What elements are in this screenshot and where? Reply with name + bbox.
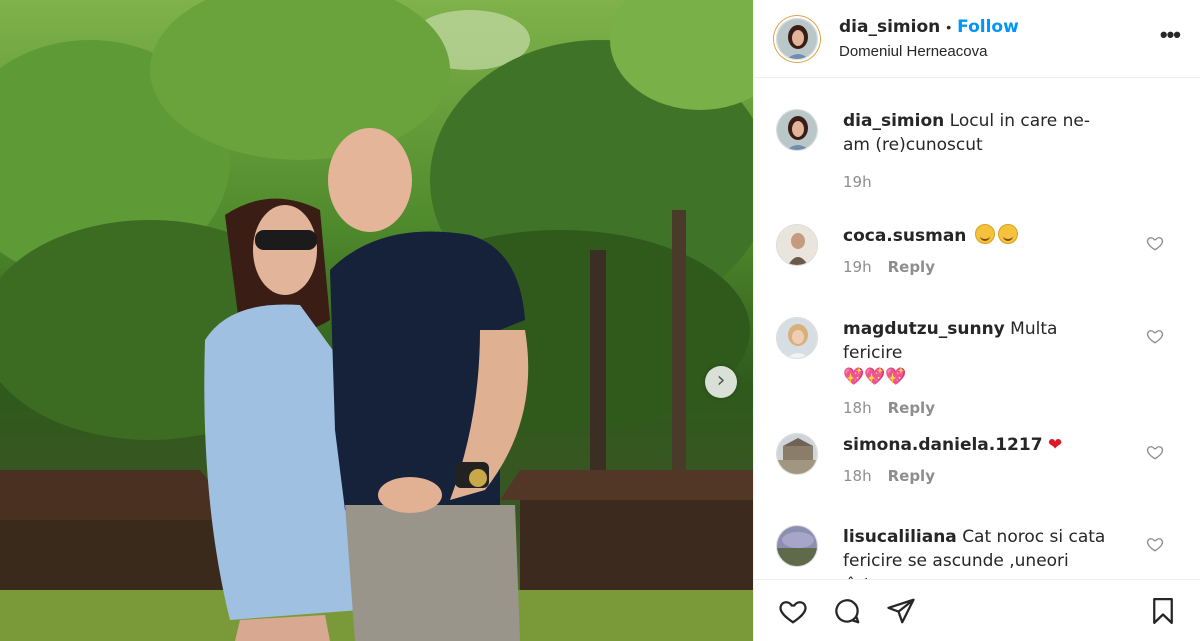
post-header: dia_simion • Follow Domeniul Herneacova … xyxy=(754,0,1200,78)
more-options-icon[interactable]: ••• xyxy=(1160,22,1181,56)
reply-button[interactable]: Reply xyxy=(888,399,935,417)
share-icon xyxy=(887,598,915,623)
save-button[interactable] xyxy=(1146,594,1180,628)
caption-username[interactable]: dia_simion xyxy=(843,111,944,131)
comment-avatar[interactable] xyxy=(776,433,818,475)
comment-avatar[interactable] xyxy=(776,525,818,567)
comment-item: coca.susman 19h Reply xyxy=(776,224,1200,317)
reply-button[interactable]: Reply xyxy=(888,467,935,485)
reply-button[interactable]: Reply xyxy=(888,258,935,276)
red-heart-emoji-icon: ❤ xyxy=(1047,435,1063,455)
comment-avatar-image xyxy=(777,434,817,474)
comment-like-heart-icon[interactable] xyxy=(1146,327,1164,345)
post-side-panel: dia_simion • Follow Domeniul Herneacova … xyxy=(753,0,1200,641)
comment-time[interactable]: 19h xyxy=(843,258,872,276)
author-avatar-image xyxy=(777,18,817,59)
comment-meta: 18h Reply xyxy=(843,399,1113,417)
post-location[interactable]: Domeniul Herneacova xyxy=(839,43,1160,60)
caption-avatar-image xyxy=(777,110,817,150)
hugging-face-emoji-icon xyxy=(974,224,995,244)
instagram-post: › dia_simion • Follow Domeniul Herneacov xyxy=(0,0,1200,641)
comment-button[interactable] xyxy=(830,594,864,628)
separator-dot: • xyxy=(946,19,952,35)
comment-icon xyxy=(835,598,860,623)
comment-like-heart-icon[interactable] xyxy=(1146,234,1164,252)
comment-avatar[interactable] xyxy=(776,224,818,266)
comment-text-line: coca.susman xyxy=(843,224,1113,248)
comment-body: coca.susman 19h Reply xyxy=(843,224,1113,317)
comment-body: magdutzu_sunny Multa fericire 💖💖💖 18h Re… xyxy=(843,317,1113,433)
comment-like-heart-icon[interactable] xyxy=(1146,535,1164,553)
comment-body: lisucaliliana Cat noroc si cata fericire… xyxy=(843,525,1113,579)
comment-text-line: magdutzu_sunny Multa fericire 💖💖💖 xyxy=(843,317,1113,389)
post-photo[interactable]: › xyxy=(0,0,753,641)
author-avatar[interactable] xyxy=(776,17,818,60)
caption-text-line: dia_simion Locul in care ne-am (re)cunos… xyxy=(843,109,1113,157)
caption-meta: 19h xyxy=(843,173,1113,191)
comment-username[interactable]: simona.daniela.1217 xyxy=(843,435,1043,455)
comment-avatar-image xyxy=(777,225,817,265)
comment-meta: 19h Reply xyxy=(843,258,1113,276)
caption-body: dia_simion Locul in care ne-am (re)cunos… xyxy=(843,109,1113,224)
caption-time[interactable]: 19h xyxy=(843,173,872,191)
comment-item: magdutzu_sunny Multa fericire 💖💖💖 18h Re… xyxy=(776,317,1200,433)
follow-button[interactable]: Follow xyxy=(957,17,1019,37)
comment-time[interactable]: 18h xyxy=(843,399,872,417)
sparkling-heart-emoji-icon: 💖💖💖 xyxy=(843,367,907,387)
comment-text-line: lisucaliliana Cat noroc si cata fericire… xyxy=(843,525,1113,579)
header-top-row: dia_simion • Follow xyxy=(839,17,1160,37)
next-photo-button[interactable]: › xyxy=(705,366,737,398)
share-button[interactable] xyxy=(884,594,918,628)
comment-avatar[interactable] xyxy=(776,317,818,359)
bookmark-icon xyxy=(1153,597,1173,624)
comment-username[interactable]: lisucaliliana xyxy=(843,527,957,547)
comment-time[interactable]: 18h xyxy=(843,467,872,485)
comment-text-line: simona.daniela.1217 ❤ xyxy=(843,433,1113,457)
comment-item: simona.daniela.1217 ❤ 18h Reply xyxy=(776,433,1200,525)
comment-item: lisucaliliana Cat noroc si cata fericire… xyxy=(776,525,1200,579)
hugging-face-emoji-icon xyxy=(997,224,1018,244)
photo-illustration xyxy=(0,0,753,641)
comment-username[interactable]: magdutzu_sunny xyxy=(843,319,1005,339)
header-text: dia_simion • Follow Domeniul Herneacova xyxy=(839,17,1160,60)
chevron-right-icon: › xyxy=(716,368,726,393)
comment-meta: 18h Reply xyxy=(843,467,1113,485)
heart-icon xyxy=(779,600,807,624)
comment-body: simona.daniela.1217 ❤ 18h Reply xyxy=(843,433,1113,525)
caption: dia_simion Locul in care ne-am (re)cunos… xyxy=(776,109,1200,224)
caption-avatar[interactable] xyxy=(776,109,818,151)
comment-avatar-image xyxy=(777,318,817,358)
post-actions-bar xyxy=(754,579,1200,641)
comment-avatar-image xyxy=(777,526,817,566)
comment-like-heart-icon[interactable] xyxy=(1146,443,1164,461)
comments-list: dia_simion Locul in care ne-am (re)cunos… xyxy=(754,78,1200,579)
comment-username[interactable]: coca.susman xyxy=(843,226,966,246)
like-button[interactable] xyxy=(776,594,810,628)
author-username[interactable]: dia_simion xyxy=(839,17,940,37)
